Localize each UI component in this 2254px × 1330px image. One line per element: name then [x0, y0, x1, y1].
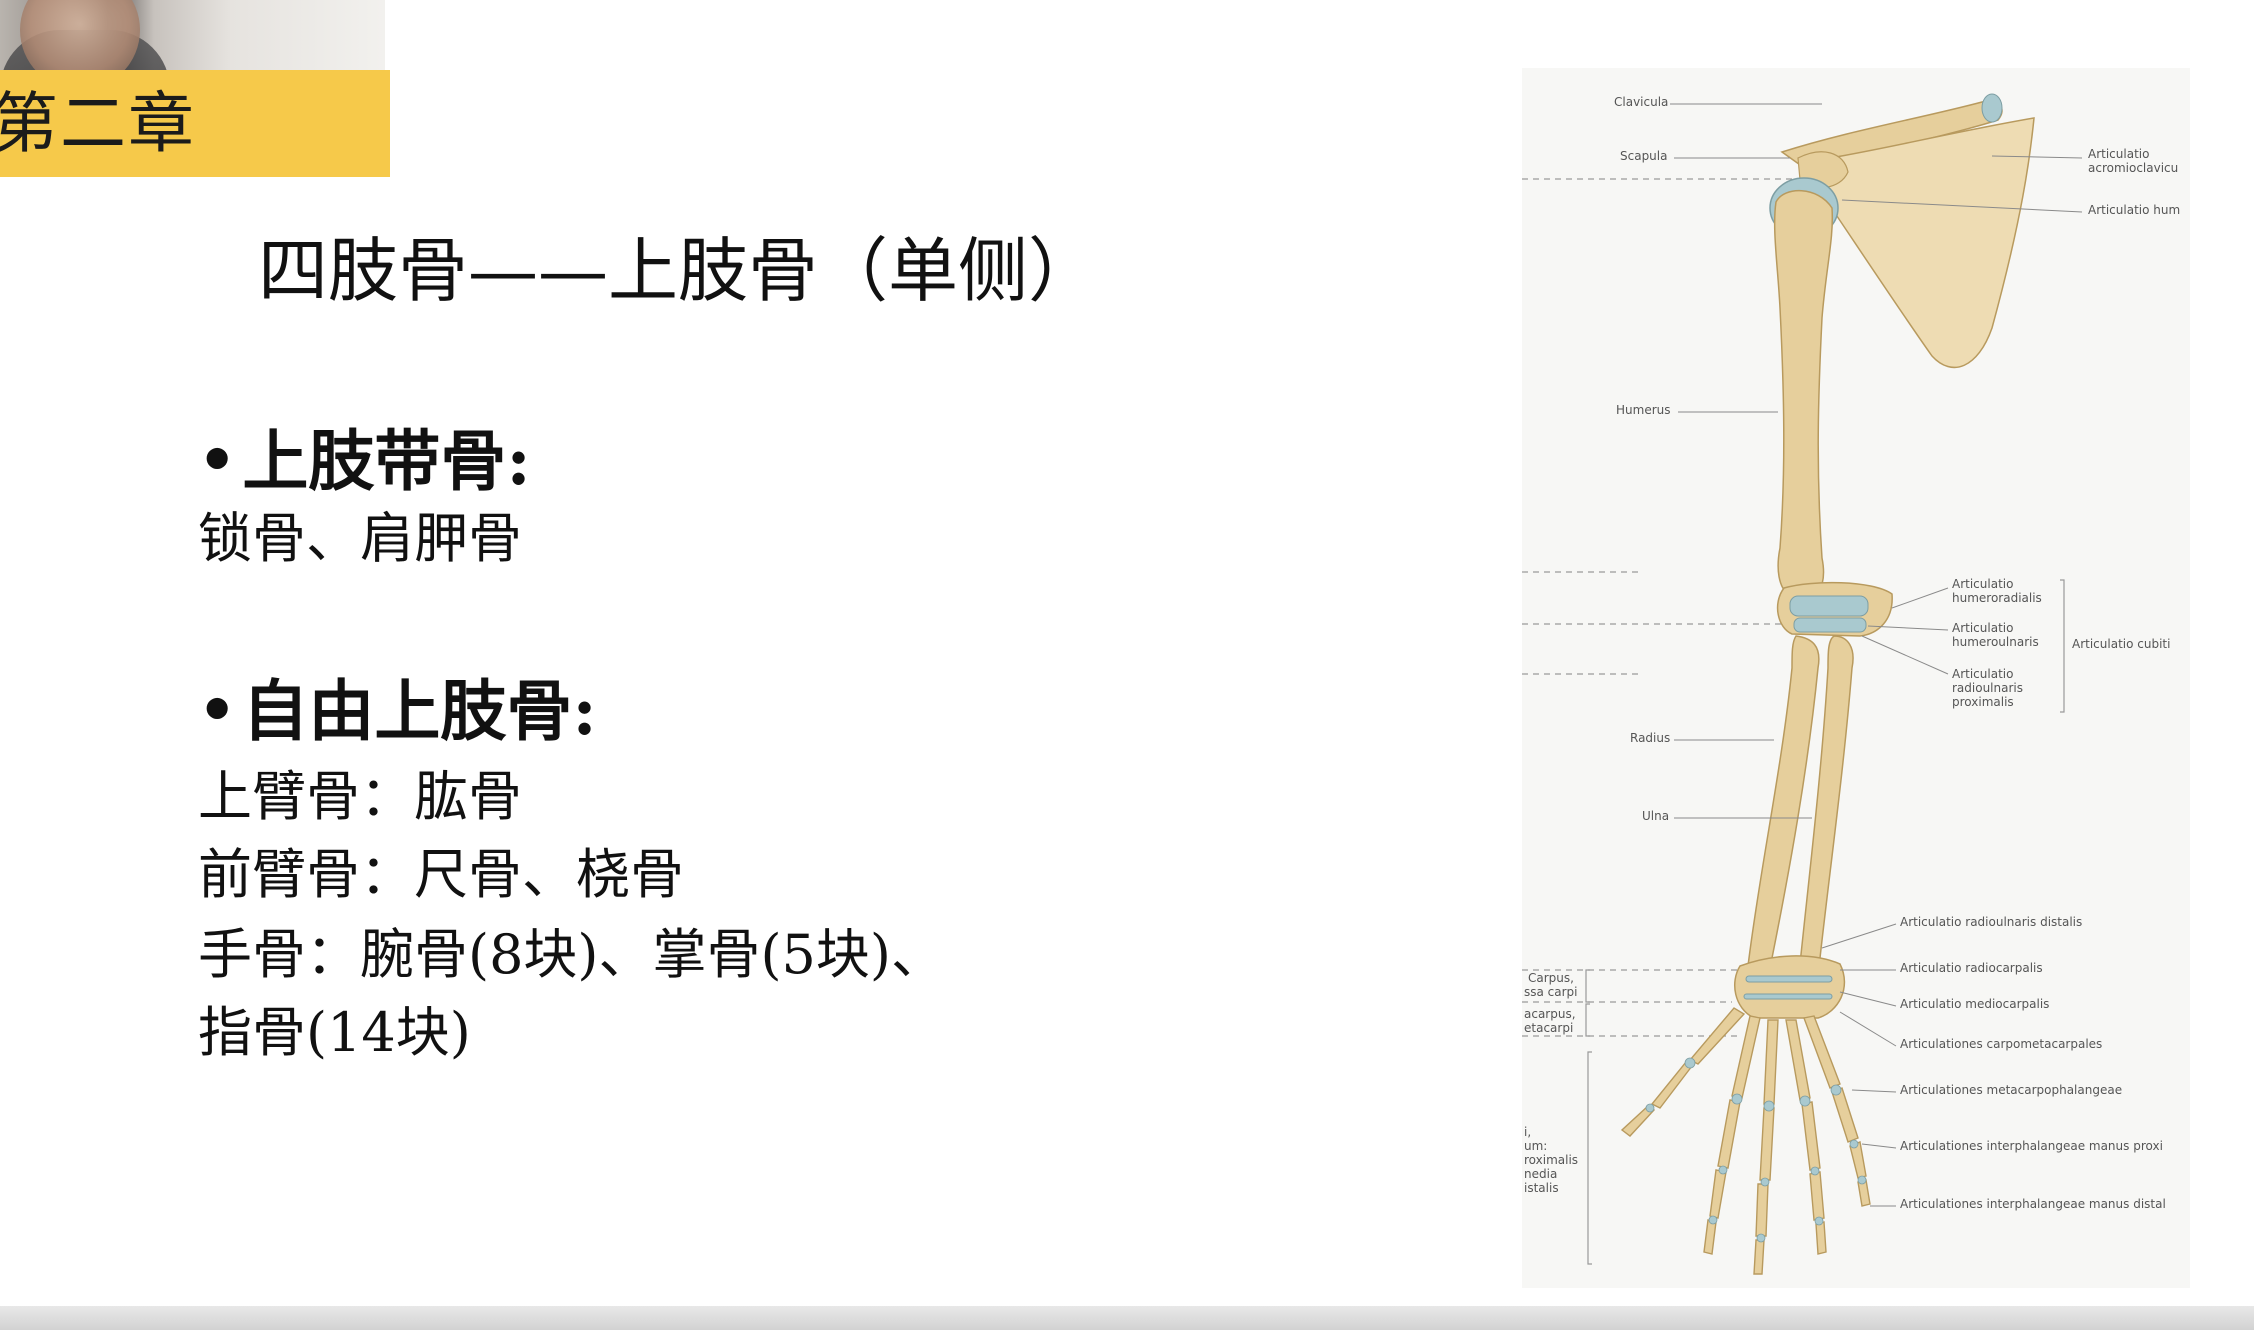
label-ossa-carpi: ssa carpi: [1524, 985, 1578, 999]
label-carpus: Carpus,: [1528, 971, 1574, 985]
label-media: nedia: [1524, 1167, 1558, 1181]
section-line: 手骨：腕骨(8块)、掌骨(5块)、: [198, 923, 945, 986]
webcam-person-head: [20, 0, 140, 78]
section-line: 前臂骨：尺骨、桡骨: [198, 843, 684, 906]
label-phalangum: um:: [1524, 1139, 1548, 1153]
skeleton-illustration: [1522, 93, 2083, 1275]
label-proximalis: roximalis: [1524, 1153, 1579, 1167]
label-scapula: Scapula: [1620, 149, 1668, 163]
chapter-banner: 第二章: [0, 70, 390, 177]
bottom-scroll-bar[interactable]: [0, 1306, 2254, 1330]
section-heading-text: 自由上肢骨:: [242, 672, 597, 750]
webcam-thumbnail: [0, 0, 385, 78]
section-heading-free-limb: • 自由上肢骨:: [198, 678, 597, 744]
slide-title: 四肢骨——上肢骨（单侧）: [258, 230, 1098, 312]
label-ulna: Ulna: [1642, 809, 1670, 823]
section-line: 指骨(14块): [198, 1001, 471, 1064]
label-distalis: istalis: [1524, 1181, 1559, 1195]
label-digiti: i,: [1524, 1125, 1532, 1139]
label-clavicula: Clavicula: [1614, 95, 1669, 109]
label-articulatio-cubiti: Articulatio cubiti: [2072, 637, 2171, 651]
bullet-icon: •: [198, 676, 237, 746]
label-radioulnaris-proximalis-1: Articulatio: [1952, 667, 2014, 681]
label-humeroulnaris-2: humeroulnaris: [1952, 635, 2039, 649]
label-metacarpus: acarpus,: [1524, 1007, 1576, 1021]
label-humeroradialis-1: Articulatio: [1952, 577, 2014, 591]
upper-limb-skeleton-figure: Clavicula Scapula Humerus Radius Ulna Ca…: [1522, 68, 2190, 1288]
section-line: 上臂骨：肱骨: [198, 765, 522, 828]
label-articulatio-ac-1: Articulatio: [2088, 147, 2150, 161]
label-interphalangeae-distales: Articulationes interphalangeae manus dis…: [1900, 1197, 2166, 1211]
label-radioulnaris-proximalis-3: proximalis: [1952, 695, 2014, 709]
label-articulatio-ac-2: acromioclavicu: [2088, 161, 2179, 175]
label-radioulnaris-proximalis-2: radioulnaris: [1952, 681, 2023, 695]
label-radiocarpalis: Articulatio radiocarpalis: [1900, 961, 2043, 975]
slide: 第二章 四肢骨——上肢骨（单侧） • 上肢带骨: 锁骨、肩胛骨 • 自由上肢骨:…: [0, 0, 2254, 1330]
section-heading-shoulder-girdle: • 上肢带骨:: [198, 428, 531, 494]
label-carpometacarpales: Articulationes carpometacarpales: [1900, 1037, 2103, 1051]
label-humeroulnaris-1: Articulatio: [1952, 621, 2014, 635]
label-humerus: Humerus: [1616, 403, 1671, 417]
label-radioulnaris-distalis: Articulatio radioulnaris distalis: [1900, 915, 2083, 929]
label-mediocarpalis: Articulatio mediocarpalis: [1900, 997, 2050, 1011]
label-articulatio-humeri: Articulatio hum: [2088, 203, 2181, 217]
section-line: 锁骨、肩胛骨: [198, 507, 522, 570]
label-metacarpophalangeae: Articulationes metacarpophalangeae: [1900, 1083, 2123, 1097]
section-heading-text: 上肢带骨:: [242, 422, 531, 500]
label-ossa-metacarpi: etacarpi: [1524, 1021, 1574, 1035]
chapter-label: 第二章: [0, 84, 196, 162]
label-humeroradialis-2: humeroradialis: [1952, 591, 2042, 605]
label-radius: Radius: [1630, 731, 1671, 745]
label-interphalangeae-proximales: Articulationes interphalangeae manus pro…: [1900, 1139, 2163, 1153]
bullet-icon: •: [198, 426, 237, 496]
